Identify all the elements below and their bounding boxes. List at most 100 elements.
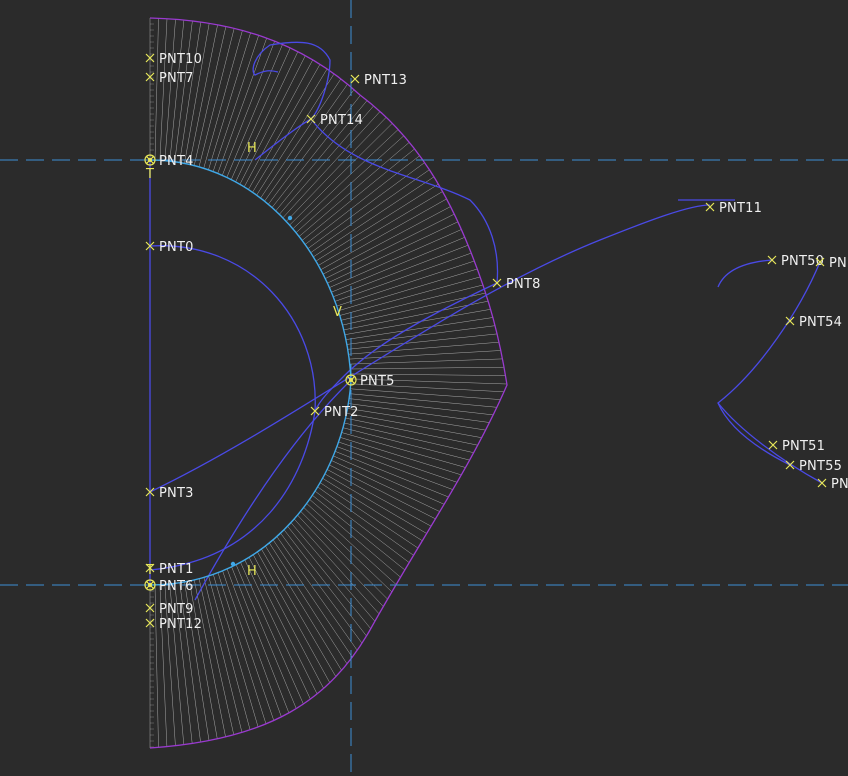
hatch-line xyxy=(307,162,425,249)
hatch-line xyxy=(312,495,405,571)
hatch-line xyxy=(194,579,226,738)
sketch-vertex-icon[interactable] xyxy=(230,561,236,567)
point-label: PNT12 xyxy=(159,617,202,632)
hatch-line xyxy=(184,23,210,164)
hatch-line xyxy=(309,499,401,578)
hatch-line xyxy=(340,437,462,476)
datum-point-pnt10[interactable]: PNT10 xyxy=(145,52,202,67)
datum-point-pn[interactable]: PN xyxy=(817,477,848,492)
hatch-line xyxy=(338,268,478,312)
hatch-line xyxy=(294,518,380,615)
hatch-line xyxy=(189,24,218,165)
hatch-line xyxy=(283,529,367,637)
datum-point-pnt11[interactable]: PNT11 xyxy=(705,201,762,216)
hatch-line xyxy=(261,548,337,677)
point-label: PNT11 xyxy=(719,201,762,216)
hatch-line xyxy=(169,19,185,162)
datum-point-pnt7[interactable]: PNT7 xyxy=(145,71,194,86)
hatch-line xyxy=(208,32,251,170)
hatch-line xyxy=(226,568,282,717)
sketch-arc[interactable] xyxy=(149,159,352,586)
hatch-line xyxy=(314,490,410,563)
hatch-line xyxy=(334,252,472,302)
inner-arc-curve xyxy=(149,245,316,571)
hatch-line xyxy=(179,21,202,163)
hatch-line xyxy=(349,393,497,408)
hatch-line xyxy=(290,522,376,622)
hatch-line xyxy=(154,18,159,161)
hatch-line xyxy=(297,514,384,607)
point-label: PNT10 xyxy=(159,52,202,67)
point-label: PNT55 xyxy=(799,459,842,474)
hatch-line xyxy=(341,284,483,321)
hatch-line xyxy=(159,18,168,161)
datum-point-pnt2[interactable]: PNT2 xyxy=(310,405,359,420)
point-label: PNT51 xyxy=(782,439,825,454)
hatch-line xyxy=(325,213,455,279)
datum-point-pnt3[interactable]: PNT3 xyxy=(145,486,194,501)
hatch-line xyxy=(344,309,491,335)
hatch-line xyxy=(198,28,235,167)
point-label: PNT13 xyxy=(364,73,407,88)
datum-point-pnt51[interactable]: PNT51 xyxy=(768,439,825,454)
point-label: PNT8 xyxy=(506,277,541,292)
point-label: PNT54 xyxy=(799,315,842,330)
hatch-line xyxy=(164,19,176,161)
point-label: PNT7 xyxy=(159,71,194,86)
constraint-label-t[interactable]: T xyxy=(145,167,154,182)
constraint-label-v[interactable]: V xyxy=(333,305,342,320)
datum-point-pnt14[interactable]: PNT14 xyxy=(306,113,363,128)
hatch-line xyxy=(280,532,363,644)
hatch-line xyxy=(329,464,436,520)
datum-point-pnt13[interactable]: PNT13 xyxy=(350,73,407,88)
point-label: PNT3 xyxy=(159,486,194,501)
hatch-line xyxy=(189,580,218,739)
hatch-line xyxy=(343,300,489,331)
hatch-line xyxy=(208,575,251,730)
hatch-line xyxy=(329,229,462,288)
point-label: PNT2 xyxy=(324,405,359,420)
hatch-line xyxy=(317,486,414,556)
hatch-line xyxy=(193,26,227,166)
hatch-line xyxy=(231,566,290,713)
datum-point-pnt8[interactable]: PNT8 xyxy=(492,277,541,292)
hatch-line xyxy=(248,557,318,695)
point-label: PNT5 xyxy=(360,374,395,389)
datum-point-pnt0[interactable]: PNT0 xyxy=(145,240,194,255)
hatch-line xyxy=(320,198,447,271)
datum-point-pnt54[interactable]: PNT54 xyxy=(785,315,842,330)
datum-point-pnt12[interactable]: PNT12 xyxy=(145,617,202,632)
model-graphics[interactable]: PNT10 PNT7 PNT13 PNT14 PNT4 PNT0 PNT8 PNT11 PNT5… xyxy=(0,0,848,776)
point-marker-icon xyxy=(350,74,360,84)
hatch-line xyxy=(240,562,304,705)
hatch-line xyxy=(341,432,466,468)
sketch-vertex-icon[interactable] xyxy=(287,215,293,221)
hatch-line xyxy=(174,20,193,162)
constraint-label-t[interactable]: T xyxy=(145,563,154,578)
hatch-line xyxy=(295,135,404,233)
point-label: PNT14 xyxy=(320,113,363,128)
datum-point-pnt9[interactable]: PNT9 xyxy=(145,602,194,617)
point-label: PN xyxy=(829,256,847,271)
point-marker-icon xyxy=(705,202,715,212)
point-label: PN xyxy=(831,477,848,492)
curve-pnt14-to-pnt8 xyxy=(310,118,499,284)
hatch-line xyxy=(345,417,478,446)
hatch-line xyxy=(154,584,159,748)
model-viewport[interactable]: PNT10 PNT7 PNT13 PNT14 PNT4 PNT0 PNT8 PNT11 PNT5… xyxy=(0,0,848,776)
constraint-label-h[interactable]: H xyxy=(247,564,257,579)
hatch-line xyxy=(335,451,449,498)
hatch-line xyxy=(287,526,371,629)
point-label: PNT1 xyxy=(159,562,194,577)
hatch-line xyxy=(336,260,475,307)
point-label: PNT4 xyxy=(159,154,194,169)
hatch-line xyxy=(217,572,267,724)
hatch-line xyxy=(331,460,440,512)
datum-point-pnt50[interactable]: PNT50 xyxy=(767,254,824,269)
constraint-label-h[interactable]: H xyxy=(247,141,257,156)
hatch-line xyxy=(203,577,243,733)
hatch-line xyxy=(289,123,393,226)
point-label: PNT50 xyxy=(781,254,824,269)
hatch-line xyxy=(286,117,387,222)
point-label: PNT6 xyxy=(159,579,194,594)
